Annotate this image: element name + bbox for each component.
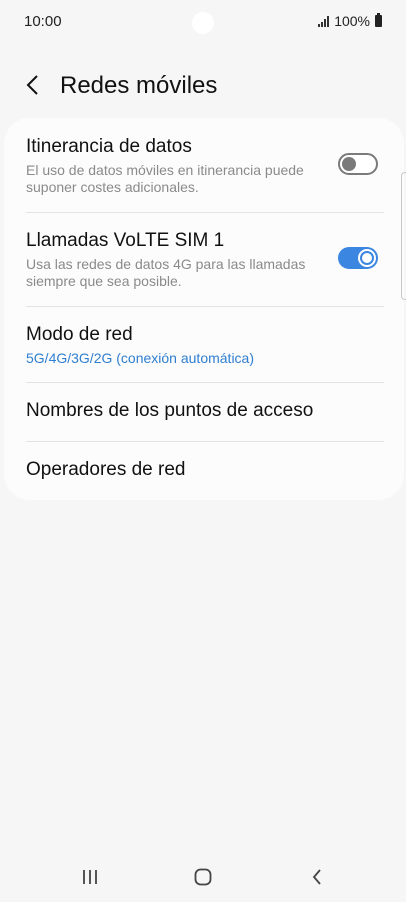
setting-volte-calls[interactable]: Llamadas VoLTE SIM 1 Usa las redes de da… [4, 213, 404, 306]
back-icon [312, 869, 321, 885]
setting-title: Nombres de los puntos de acceso [26, 400, 314, 421]
setting-title: Modo de red [26, 324, 133, 345]
status-icons: 100% [318, 13, 382, 29]
chevron-left-icon [26, 75, 38, 95]
setting-network-mode[interactable]: Modo de red 5G/4G/3G/2G (conexión automá… [4, 307, 404, 382]
home-button[interactable] [183, 864, 223, 890]
setting-title: Llamadas VoLTE SIM 1 [26, 230, 225, 251]
toggle-knob [342, 157, 356, 171]
page-title: Redes móviles [60, 72, 218, 99]
toggle-knob [358, 249, 376, 267]
setting-title: Itinerancia de datos [26, 136, 192, 157]
status-bar: 10:00 100% [0, 0, 406, 44]
network-mode-value: 5G/4G/3G/2G (conexión automática) [26, 350, 254, 366]
data-roaming-toggle[interactable] [338, 153, 378, 175]
setting-network-operators[interactable]: Operadores de red [4, 442, 404, 500]
battery-percent: 100% [334, 13, 370, 29]
camera-cutout [192, 12, 214, 34]
setting-access-point-names[interactable]: Nombres de los puntos de acceso [4, 383, 404, 441]
setting-title: Operadores de red [26, 459, 186, 480]
home-icon [194, 868, 212, 886]
screen: 10:00 100% Redes móviles Itinerancia de … [0, 0, 406, 902]
back-button[interactable] [16, 68, 50, 102]
setting-data-roaming[interactable]: Itinerancia de datos El uso de datos móv… [4, 118, 404, 212]
scroll-indicator[interactable] [401, 172, 406, 300]
battery-icon [375, 13, 382, 27]
setting-subtitle: Usa las redes de datos 4G para las llama… [26, 256, 306, 289]
recent-apps-icon [83, 870, 97, 884]
recent-apps-button[interactable] [70, 864, 110, 890]
status-time: 10:00 [24, 13, 62, 30]
settings-card: Itinerancia de datos El uso de datos móv… [4, 118, 404, 500]
navigation-bar [0, 850, 406, 902]
app-header: Redes móviles [0, 62, 406, 108]
volte-toggle[interactable] [338, 247, 378, 269]
signal-icon [318, 15, 330, 27]
nav-back-button[interactable] [297, 864, 337, 890]
setting-subtitle: El uso de datos móviles en itinerancia p… [26, 162, 304, 195]
